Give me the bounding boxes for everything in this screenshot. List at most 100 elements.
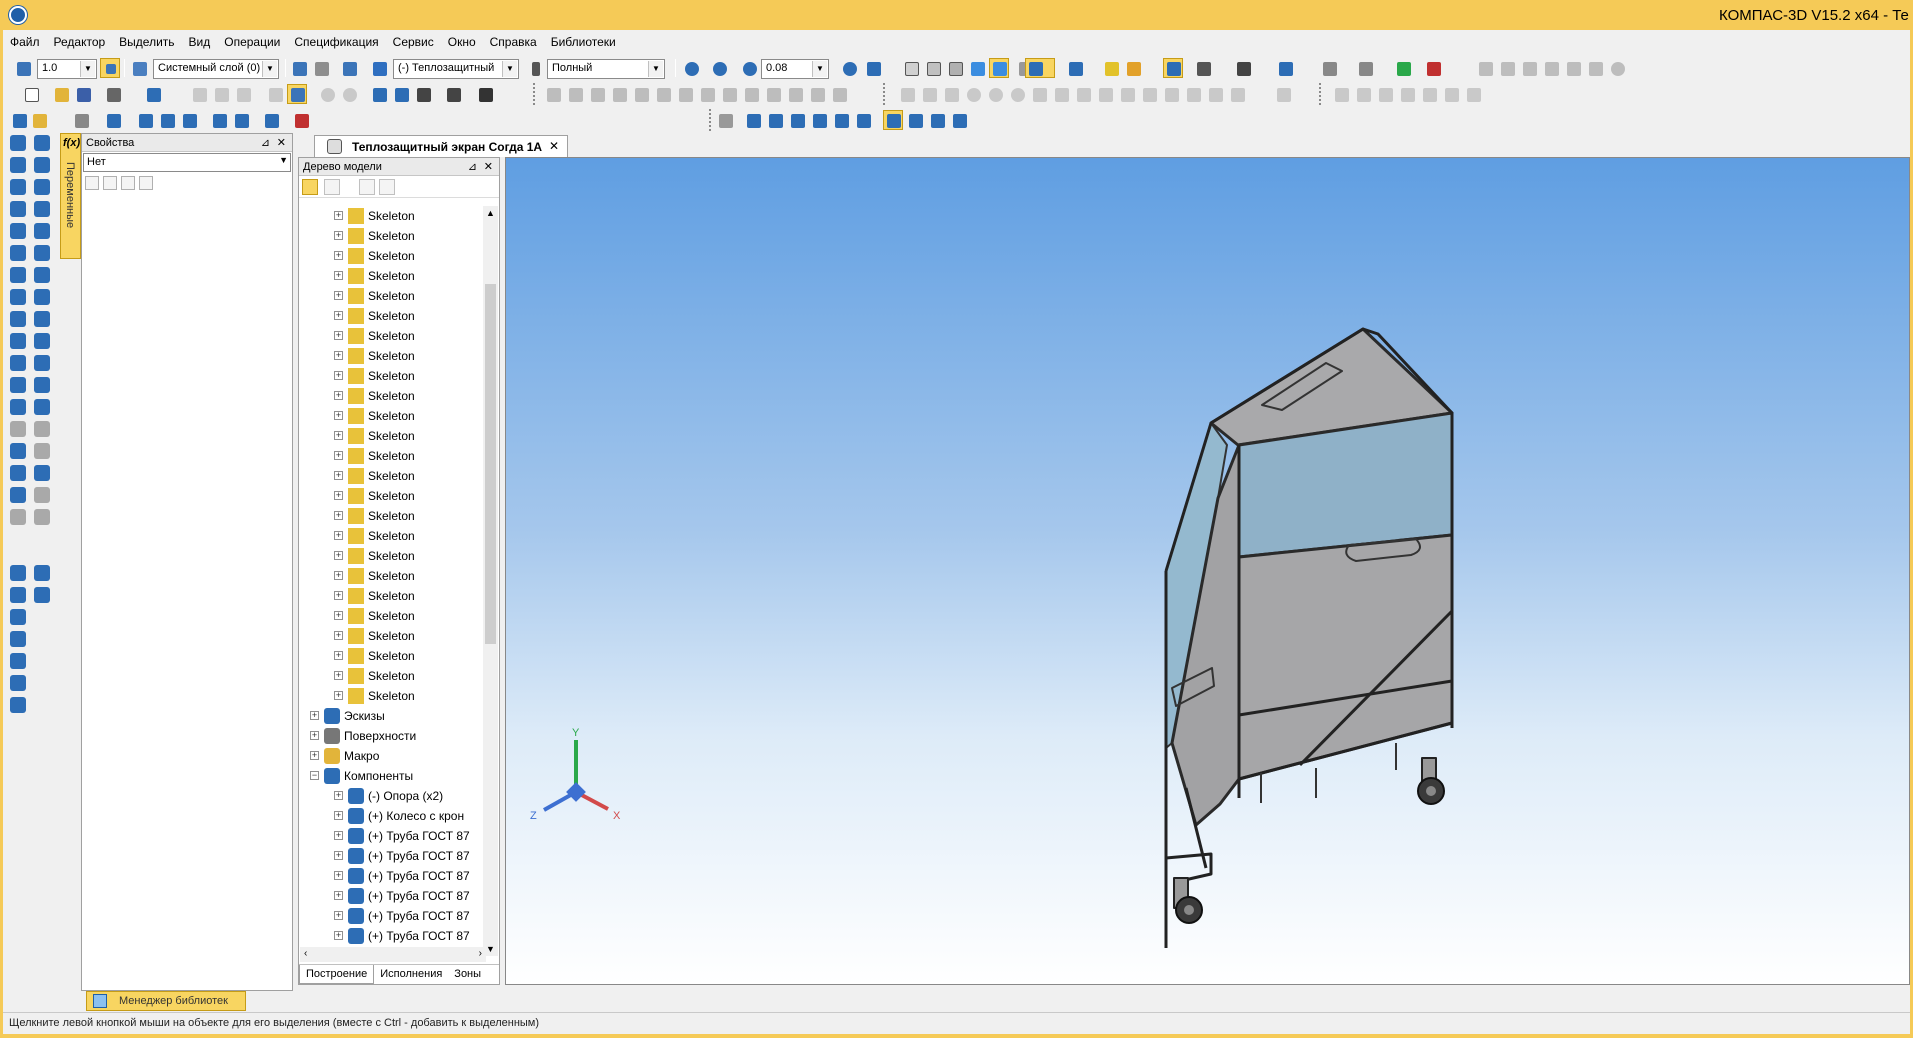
tree-view-mode-icon[interactable] bbox=[324, 179, 340, 195]
tree-item[interactable]: + Skeleton bbox=[300, 266, 486, 286]
ortho-mode-button[interactable] bbox=[100, 58, 120, 78]
mate-icon[interactable] bbox=[32, 463, 52, 483]
expand-icon[interactable]: + bbox=[334, 531, 343, 540]
expand-icon[interactable]: + bbox=[334, 411, 343, 420]
close-icon[interactable]: ✕ bbox=[549, 139, 559, 153]
scroll-up-icon[interactable]: ▲ bbox=[486, 208, 495, 218]
menu-item-1[interactable]: Редактор bbox=[47, 32, 113, 52]
format-painter-button[interactable] bbox=[265, 84, 285, 104]
tree-item[interactable]: + Skeleton bbox=[300, 546, 486, 566]
bend-icon[interactable] bbox=[32, 353, 52, 373]
stamp-icon[interactable] bbox=[32, 375, 52, 395]
tree-item[interactable]: + (+) Труба ГОСТ 87 bbox=[300, 886, 486, 906]
expand-icon[interactable]: + bbox=[334, 911, 343, 920]
std-icon[interactable] bbox=[8, 673, 28, 693]
view-back-button[interactable] bbox=[765, 110, 785, 130]
axis-icon[interactable] bbox=[32, 287, 52, 307]
expand-icon[interactable]: + bbox=[334, 511, 343, 520]
expand-icon[interactable]: + bbox=[334, 211, 343, 220]
expand-icon[interactable]: + bbox=[334, 431, 343, 440]
render-button[interactable] bbox=[1233, 58, 1253, 78]
check-icon[interactable] bbox=[32, 441, 52, 461]
compact-f-button[interactable] bbox=[157, 110, 177, 130]
edit-j-button[interactable] bbox=[741, 84, 761, 104]
document-tab[interactable]: Теплозащитный экран Согда 1А ✕ bbox=[314, 135, 568, 157]
constraint-g-button[interactable] bbox=[1463, 84, 1483, 104]
expand-icon[interactable]: + bbox=[334, 371, 343, 380]
tree-item[interactable]: + Skeleton bbox=[300, 406, 486, 426]
tree-options-icon[interactable] bbox=[379, 179, 395, 195]
tree-item[interactable]: + Skeleton bbox=[300, 246, 486, 266]
loft-icon[interactable] bbox=[8, 177, 28, 197]
expand-icon[interactable]: + bbox=[334, 271, 343, 280]
geom-ellipse-button[interactable] bbox=[1007, 84, 1027, 104]
save-button[interactable] bbox=[73, 84, 93, 104]
geom-spline-button[interactable] bbox=[1029, 84, 1049, 104]
tree-item[interactable]: + Skeleton bbox=[300, 306, 486, 326]
point-icon[interactable] bbox=[8, 309, 28, 329]
magnet-button[interactable] bbox=[1163, 58, 1183, 78]
expand-icon[interactable]: + bbox=[334, 671, 343, 680]
sort-categories-icon[interactable] bbox=[85, 176, 99, 190]
close-icon[interactable]: ✕ bbox=[277, 136, 286, 149]
expand-icon[interactable]: + bbox=[334, 311, 343, 320]
snap-button[interactable] bbox=[1101, 58, 1121, 78]
tree-item[interactable]: + Поверхности bbox=[300, 726, 486, 746]
expand-icon[interactable]: + bbox=[334, 571, 343, 580]
scroll-thumb[interactable] bbox=[485, 284, 496, 644]
compact-i-button[interactable] bbox=[231, 110, 251, 130]
local-cs-button[interactable] bbox=[289, 58, 309, 78]
section-button[interactable] bbox=[1275, 58, 1295, 78]
edit-n-button[interactable] bbox=[829, 84, 849, 104]
edit-h-button[interactable] bbox=[697, 84, 717, 104]
filter-button[interactable] bbox=[1025, 58, 1055, 78]
expand-icon[interactable]: + bbox=[334, 931, 343, 940]
tree-item[interactable]: + Skeleton bbox=[300, 646, 486, 666]
stamp-b-icon[interactable] bbox=[8, 629, 28, 649]
tree-item[interactable]: + (+) Труба ГОСТ 87 bbox=[300, 906, 486, 926]
constraint-d-button[interactable] bbox=[1397, 84, 1417, 104]
pin-icon[interactable]: ⊿ bbox=[468, 160, 477, 173]
view-shaded-button[interactable] bbox=[967, 58, 987, 78]
expand-icon[interactable]: + bbox=[334, 291, 343, 300]
view-iso-d-button[interactable] bbox=[949, 110, 969, 130]
expand-icon[interactable]: + bbox=[334, 391, 343, 400]
view-iso-c-button[interactable] bbox=[927, 110, 947, 130]
sheet-icon[interactable] bbox=[8, 353, 28, 373]
expand-icon[interactable]: + bbox=[334, 831, 343, 840]
tree-item[interactable]: + (+) Труба ГОСТ 87 bbox=[300, 926, 486, 946]
spec-table-button[interactable] bbox=[287, 84, 307, 104]
pattern-icon[interactable] bbox=[32, 243, 52, 263]
expand-icon[interactable]: + bbox=[310, 751, 319, 760]
geom-hatch-button[interactable] bbox=[1073, 84, 1093, 104]
geom-rect-button[interactable] bbox=[1139, 84, 1159, 104]
compact-k-button[interactable] bbox=[291, 110, 311, 130]
expand-icon[interactable]: + bbox=[334, 651, 343, 660]
measure-icon[interactable] bbox=[8, 419, 28, 439]
property-pages-icon[interactable] bbox=[121, 176, 135, 190]
orientation-button[interactable] bbox=[863, 58, 883, 78]
tree-item[interactable]: + (+) Труба ГОСТ 87 bbox=[300, 866, 486, 886]
menu-item-0[interactable]: Файл bbox=[3, 32, 47, 52]
insert-icon[interactable] bbox=[8, 485, 28, 505]
toolbar-grip[interactable] bbox=[1319, 83, 1327, 105]
view-iso-button[interactable] bbox=[883, 110, 903, 130]
view-top-button[interactable] bbox=[787, 110, 807, 130]
view-a-button[interactable] bbox=[715, 110, 735, 130]
layers-button[interactable] bbox=[129, 58, 149, 78]
view-iso-b-button[interactable] bbox=[905, 110, 925, 130]
menu-item-9[interactable]: Библиотеки bbox=[544, 32, 623, 52]
step-combo[interactable]: 1.0 ▼ bbox=[37, 59, 97, 79]
preview-button[interactable] bbox=[143, 84, 163, 104]
cut-extrude-icon[interactable] bbox=[32, 133, 52, 153]
wheel-left[interactable] bbox=[1173, 877, 1203, 924]
scroll-left-icon[interactable]: ‹ bbox=[304, 948, 307, 959]
view-right-button[interactable] bbox=[853, 110, 873, 130]
dim-button[interactable] bbox=[1273, 84, 1293, 104]
front-lower-panel[interactable] bbox=[1237, 533, 1454, 781]
tree-item[interactable]: + (+) Труба ГОСТ 87 bbox=[300, 846, 486, 866]
tree-structure-icon[interactable] bbox=[302, 179, 318, 195]
view-shaded-edges-button[interactable] bbox=[989, 58, 1009, 78]
help-button[interactable] bbox=[475, 84, 495, 104]
geom-circle-button[interactable] bbox=[963, 84, 983, 104]
